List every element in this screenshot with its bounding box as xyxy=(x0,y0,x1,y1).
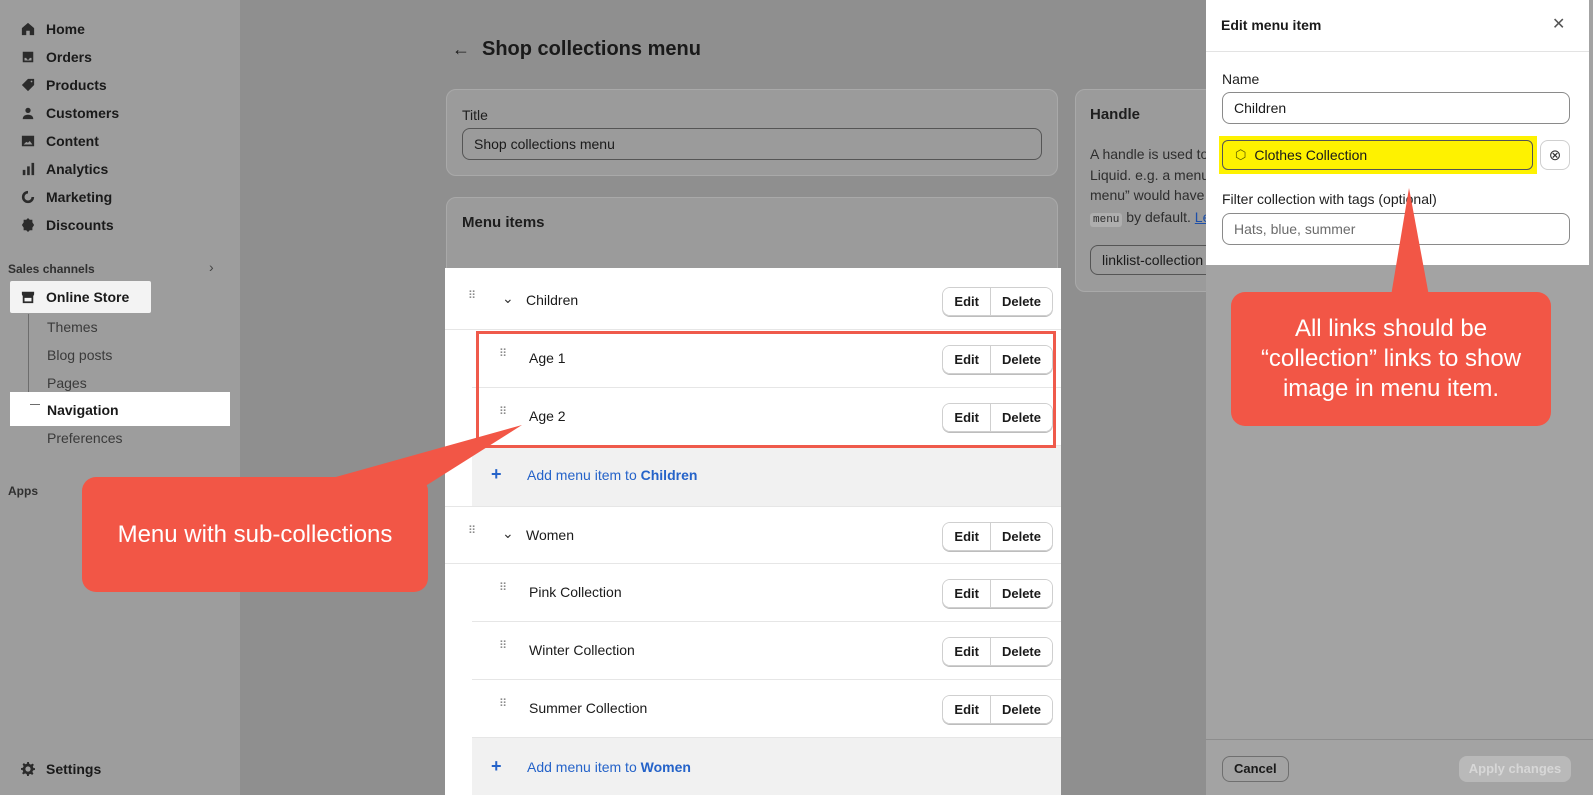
handle-heading: Handle xyxy=(1090,106,1141,123)
menu-item-label: Summer Collection xyxy=(529,700,648,716)
sidebar-item-blog-posts[interactable]: Blog posts xyxy=(47,347,112,363)
handle-code: menu xyxy=(1090,213,1123,227)
drag-handle-icon[interactable]: ⠿ xyxy=(499,583,509,600)
row-actions: Edit Delete xyxy=(942,522,1053,551)
apps-label: Apps xyxy=(8,484,38,498)
home-icon xyxy=(20,21,36,37)
panel-footer-divider xyxy=(1206,739,1593,740)
edit-button[interactable]: Edit xyxy=(943,523,990,550)
chevron-down-icon[interactable]: ⌄ xyxy=(502,290,514,307)
row-actions: Edit Delete xyxy=(942,637,1053,666)
navigation-highlight xyxy=(10,392,230,426)
bar-chart-icon xyxy=(20,161,36,177)
gear-icon xyxy=(20,761,36,777)
sidebar-item-pages[interactable]: Pages xyxy=(47,375,87,391)
drag-handle-icon[interactable]: ⠿ xyxy=(468,291,478,308)
store-icon xyxy=(20,289,36,305)
sidebar-item-analytics[interactable]: Analytics xyxy=(20,156,108,182)
sidebar-item-online-store[interactable]: Online Store xyxy=(20,284,129,310)
menu-row-women: ⠿ ⌄ Women Edit Delete xyxy=(445,506,1061,564)
sidebar-item-home[interactable]: Home xyxy=(20,16,85,42)
panel-title: Edit menu item xyxy=(1221,17,1322,33)
add-menu-item-women[interactable]: + Add menu item to Women xyxy=(472,738,1061,795)
chevron-right-icon[interactable]: › xyxy=(209,259,214,275)
delete-button[interactable]: Delete xyxy=(989,288,1052,315)
menu-item-label: Children xyxy=(526,292,579,308)
row-actions: Edit Delete xyxy=(942,287,1053,316)
sidebar-item-content[interactable]: Content xyxy=(20,128,99,154)
edit-button[interactable]: Edit xyxy=(943,638,990,665)
back-arrow-icon[interactable]: ← xyxy=(452,39,470,60)
cancel-button[interactable]: Cancel xyxy=(1222,756,1289,782)
title-field-label: Title xyxy=(462,107,488,123)
page-title: Shop collections menu xyxy=(482,38,701,60)
discount-icon xyxy=(20,217,36,233)
drag-handle-icon[interactable]: ⠿ xyxy=(468,526,478,543)
delete-button[interactable]: Delete xyxy=(989,696,1052,723)
menu-items-heading: Menu items xyxy=(462,214,545,231)
sidebar-item-settings[interactable]: Settings xyxy=(20,756,101,782)
drag-handle-icon[interactable]: ⠿ xyxy=(499,641,509,658)
menu-row-pink-collection: ⠿ Pink Collection Edit Delete xyxy=(472,564,1061,622)
row-actions: Edit Delete xyxy=(942,579,1053,608)
sidebar-item-preferences[interactable]: Preferences xyxy=(47,430,122,446)
image-icon xyxy=(20,133,36,149)
link-input[interactable]: ⬡ Clothes Collection xyxy=(1222,140,1533,170)
handle-help-3: menu” would have xyxy=(1090,187,1205,203)
row-actions: Edit Delete xyxy=(942,695,1053,724)
sidebar-item-marketing[interactable]: Marketing xyxy=(20,184,112,210)
chevron-down-icon[interactable]: ⌄ xyxy=(502,525,514,542)
apply-changes-button[interactable]: Apply changes xyxy=(1459,756,1571,782)
handle-help-2: Liquid. e.g. a menu xyxy=(1090,167,1210,183)
plus-icon: + xyxy=(491,756,502,776)
tag-icon xyxy=(20,77,36,93)
callout-right: All links should be “collection” links t… xyxy=(1231,188,1551,426)
sales-channels-label: Sales channels xyxy=(8,262,95,276)
collection-icon: ⬡ xyxy=(1235,147,1247,162)
subcollection-highlight-box xyxy=(476,331,1056,448)
inbox-icon xyxy=(20,49,36,65)
delete-button[interactable]: Delete xyxy=(989,580,1052,607)
menu-item-label: Pink Collection xyxy=(529,584,622,600)
callout-pointer xyxy=(307,425,522,485)
edit-button[interactable]: Edit xyxy=(943,580,990,607)
menu-item-label: Winter Collection xyxy=(529,642,635,658)
menu-item-label: Women xyxy=(526,527,574,543)
name-label: Name xyxy=(1222,71,1260,87)
sidebar-item-navigation[interactable]: Navigation xyxy=(47,402,119,418)
sidebar-item-products[interactable]: Products xyxy=(20,72,107,98)
callout-pointer xyxy=(1391,188,1429,296)
add-menu-item-children[interactable]: + Add menu item to Children xyxy=(472,446,1061,506)
sidebar-item-orders[interactable]: Orders xyxy=(20,44,92,70)
delete-button[interactable]: Delete xyxy=(989,638,1052,665)
menu-row-children: ⠿ ⌄ Children Edit Delete xyxy=(445,272,1061,330)
edit-button[interactable]: Edit xyxy=(943,696,990,723)
sidebar-item-discounts[interactable]: Discounts xyxy=(20,212,114,238)
callout-left: Menu with sub-collections xyxy=(82,425,522,592)
clear-link-button[interactable]: ⊗ xyxy=(1540,140,1570,170)
clear-icon: ⊗ xyxy=(1548,147,1562,164)
sidebar-item-customers[interactable]: Customers xyxy=(20,100,119,126)
drag-handle-icon[interactable]: ⠿ xyxy=(499,699,509,716)
target-icon xyxy=(20,189,36,205)
page-header: ← Shop collections menu xyxy=(452,38,701,61)
person-icon xyxy=(20,105,36,121)
close-icon[interactable]: ✕ xyxy=(1552,14,1565,34)
delete-button[interactable]: Delete xyxy=(989,523,1052,550)
sidebar-item-themes[interactable]: Themes xyxy=(47,319,98,335)
title-input[interactable]: Shop collections menu xyxy=(462,128,1042,160)
handle-help-4: menu by default. Le xyxy=(1090,209,1210,227)
menu-row-summer-collection: ⠿ Summer Collection Edit Delete xyxy=(472,680,1061,738)
menu-row-winter-collection: ⠿ Winter Collection Edit Delete xyxy=(472,622,1061,680)
tree-branch xyxy=(30,404,40,405)
edit-button[interactable]: Edit xyxy=(943,288,990,315)
name-input[interactable]: Children xyxy=(1222,92,1570,124)
handle-help-1: A handle is used to xyxy=(1090,146,1209,162)
